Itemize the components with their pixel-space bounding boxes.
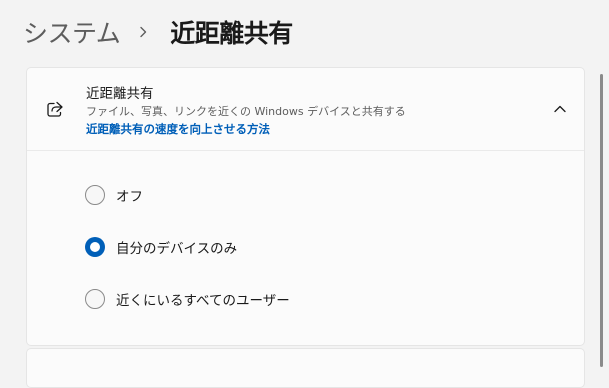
breadcrumb-parent[interactable]: システム	[23, 14, 121, 50]
radio-option-everyone[interactable]: 近くにいるすべてのユーザー	[85, 289, 290, 309]
nearby-sharing-title: 近距離共有	[86, 86, 154, 102]
speed-help-link[interactable]: 近距離共有の速度を向上させる方法	[86, 121, 270, 137]
radio-label: オフ	[116, 189, 143, 205]
radio-button-selected[interactable]	[85, 237, 105, 257]
scrollbar[interactable]	[600, 74, 603, 367]
chevron-right-icon	[134, 23, 152, 41]
nearby-sharing-description: ファイル、写真、リンクを近くの Windows デバイスと共有する	[86, 105, 406, 118]
nearby-sharing-card: 近距離共有 ファイル、写真、リンクを近くの Windows デバイスと共有する …	[26, 67, 585, 346]
radio-button[interactable]	[85, 185, 105, 205]
radio-button[interactable]	[85, 289, 105, 309]
next-settings-card	[26, 348, 585, 388]
radio-option-off[interactable]: オフ	[85, 185, 143, 205]
share-icon	[45, 99, 65, 119]
page-title: 近距離共有	[170, 19, 293, 48]
radio-option-my-devices[interactable]: 自分のデバイスのみ	[85, 237, 237, 257]
radio-label: 自分のデバイスのみ	[116, 241, 238, 257]
breadcrumb: システム 近距離共有	[23, 14, 293, 50]
chevron-up-icon[interactable]	[552, 101, 568, 117]
nearby-sharing-header[interactable]: 近距離共有 ファイル、写真、リンクを近くの Windows デバイスと共有する …	[27, 68, 584, 151]
radio-label: 近くにいるすべてのユーザー	[116, 293, 290, 309]
